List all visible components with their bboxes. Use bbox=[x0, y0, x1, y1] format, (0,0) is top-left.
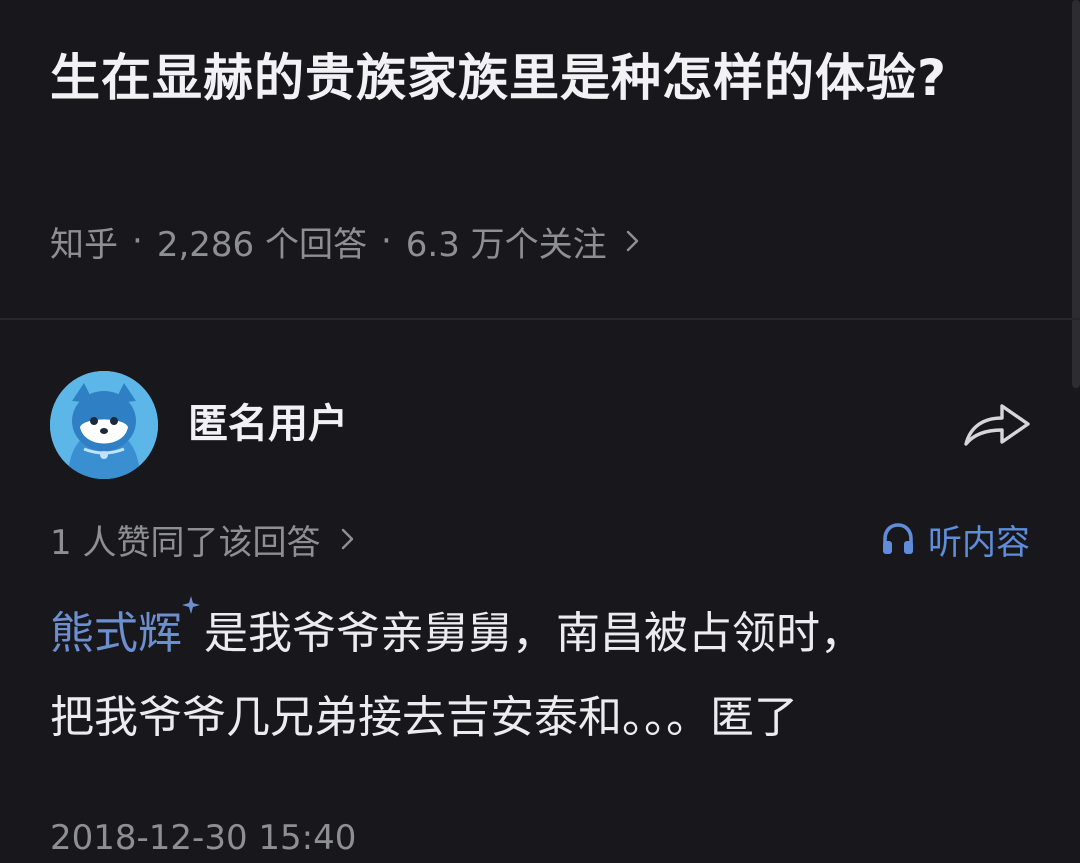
answer-timestamp: 2018-12-30 15:40 bbox=[50, 818, 357, 858]
headphones-icon bbox=[883, 523, 913, 554]
meta-separator: · bbox=[132, 221, 143, 261]
answer-text-line1: 是我爷爷亲舅舅，南昌被占领时， bbox=[204, 608, 864, 659]
question-meta[interactable]: 知乎 · 2,286 个回答 · 6.3 万个关注 bbox=[50, 216, 641, 266]
anonymous-avatar-icon bbox=[50, 371, 158, 479]
section-divider bbox=[0, 318, 1080, 320]
chevron-right-icon bbox=[342, 528, 354, 550]
answer-text-line2: 把我爷爷几兄弟接去吉安泰和。。。匿了 bbox=[50, 692, 798, 743]
answer-count: 2,286 个回答 bbox=[156, 224, 367, 265]
sparkle-icon bbox=[182, 596, 200, 614]
author-avatar[interactable] bbox=[50, 371, 158, 479]
listen-label: 听内容 bbox=[928, 522, 1030, 563]
question-title[interactable]: 生在显赫的贵族家族里是种怎样的体验? bbox=[50, 36, 1010, 120]
follower-count: 6.3 万个关注 bbox=[405, 224, 607, 265]
entity-link[interactable]: 熊式辉 bbox=[50, 608, 182, 659]
chevron-right-icon bbox=[626, 230, 638, 252]
question-source: 知乎 bbox=[50, 224, 118, 265]
vote-count-text: 1 人赞同了该回答 bbox=[50, 522, 321, 563]
meta-separator: · bbox=[380, 221, 392, 261]
author-name[interactable]: 匿名用户 bbox=[188, 396, 348, 452]
answer-content[interactable]: 熊式辉 是我爷爷亲舅舅，南昌被占领时， 把我爷爷几兄弟接去吉安泰和。。。匿了 bbox=[50, 592, 1030, 760]
scrollbar[interactable] bbox=[1072, 0, 1080, 388]
share-arrow-icon[interactable] bbox=[962, 398, 1032, 450]
vote-summary[interactable]: 1 人赞同了该回答 bbox=[50, 514, 356, 564]
listen-button[interactable]: 听内容 bbox=[880, 514, 1030, 564]
